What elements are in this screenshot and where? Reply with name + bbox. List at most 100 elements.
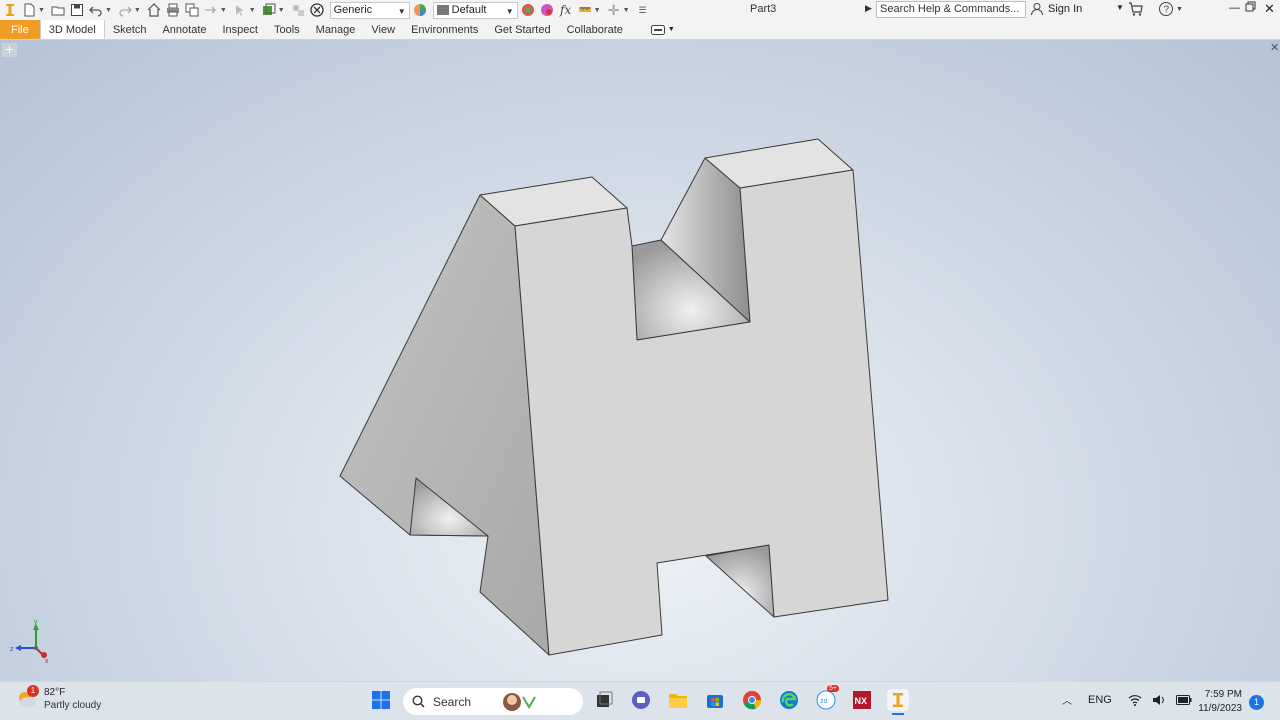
- svg-text:?: ?: [1164, 5, 1170, 16]
- weather-temp: 82°F: [44, 687, 66, 698]
- right-foot-notch: [705, 544, 775, 618]
- ruler-icon[interactable]: [576, 1, 594, 19]
- language-indicator[interactable]: ENG: [1088, 694, 1112, 706]
- update-icon[interactable]: [260, 1, 278, 19]
- tab-inspect[interactable]: Inspect: [215, 20, 266, 39]
- undo-icon[interactable]: [87, 1, 105, 19]
- appearance-combo[interactable]: Default ▼: [432, 1, 518, 19]
- select-icon[interactable]: [231, 1, 249, 19]
- clear-icon[interactable]: [308, 1, 326, 19]
- chrome-icon[interactable]: [741, 689, 763, 711]
- tab-file[interactable]: File: [0, 20, 40, 39]
- teams-chat-icon[interactable]: [630, 689, 652, 711]
- inventor-logo-icon[interactable]: [1, 1, 19, 19]
- print-icon[interactable]: [164, 1, 182, 19]
- customize-icon[interactable]: ☰: [634, 1, 652, 19]
- cart-icon[interactable]: [1128, 1, 1144, 20]
- copy-icon[interactable]: [183, 1, 201, 19]
- volume-icon[interactable]: [1152, 694, 1166, 706]
- chevron-right-icon[interactable]: ▶: [865, 3, 872, 14]
- microsoft-store-icon[interactable]: [704, 689, 726, 711]
- windows-icon: [372, 691, 390, 709]
- new-file-icon[interactable]: [20, 1, 38, 19]
- chevron-down-icon[interactable]: ▼: [249, 7, 256, 14]
- chevron-down-icon[interactable]: ▼: [134, 7, 141, 14]
- tab-3d-model[interactable]: 3D Model: [39, 20, 105, 39]
- 3d-part-model[interactable]: [0, 40, 1280, 681]
- triad-x-label: x: [45, 658, 49, 664]
- chevron-down-icon[interactable]: ▼: [105, 7, 112, 14]
- tab-annotate[interactable]: Annotate: [154, 20, 214, 39]
- tab-view[interactable]: View: [363, 20, 403, 39]
- redo-icon[interactable]: [116, 1, 134, 19]
- weather-badge: 1: [27, 685, 39, 697]
- clock-date: 11/9/2023: [1198, 703, 1242, 714]
- add-icon[interactable]: ✛: [605, 1, 623, 19]
- measure-icon[interactable]: [289, 1, 307, 19]
- graphics-viewport[interactable]: + ✕ y z x: [0, 40, 1280, 681]
- tab-sketch[interactable]: Sketch: [105, 20, 155, 39]
- minimize-icon[interactable]: —: [1229, 2, 1240, 14]
- clear-appearance-icon[interactable]: [538, 1, 556, 19]
- triad-z-label: z: [10, 646, 14, 653]
- sign-in-label: Sign In: [1048, 3, 1083, 15]
- chevron-down-icon[interactable]: ▼: [623, 7, 630, 14]
- task-view-icon[interactable]: [593, 689, 615, 711]
- active-app-indicator: [892, 713, 904, 715]
- svg-text:▼: ▼: [1176, 6, 1183, 13]
- wifi-icon[interactable]: [1128, 694, 1142, 706]
- arrow-right-icon[interactable]: [202, 1, 220, 19]
- chevron-down-icon[interactable]: ▼: [278, 7, 285, 14]
- ribbon-toggle-icon: [650, 24, 665, 35]
- fx-parameters-icon[interactable]: fx: [557, 1, 575, 19]
- home-icon[interactable]: [145, 1, 163, 19]
- chevron-down-icon[interactable]: ▼: [594, 7, 601, 14]
- close-icon[interactable]: ✕: [1264, 1, 1275, 17]
- help-search-input[interactable]: Search Help & Commands...: [876, 1, 1026, 18]
- notification-badge[interactable]: 1: [1249, 695, 1264, 710]
- sign-in-button[interactable]: Sign In: [1030, 2, 1082, 16]
- chevron-down-icon[interactable]: ▼: [1116, 3, 1124, 12]
- ribbon-display-toggle[interactable]: ▼: [650, 20, 675, 39]
- tab-tools[interactable]: Tools: [266, 20, 308, 39]
- tab-collaborate[interactable]: Collaborate: [559, 20, 631, 39]
- chevron-up-icon[interactable]: ︿: [1062, 692, 1072, 707]
- svg-text:NX: NX: [855, 696, 868, 706]
- adjust-appearance-icon[interactable]: [519, 1, 537, 19]
- tab-environments[interactable]: Environments: [403, 20, 486, 39]
- search-highlight-icon: [503, 692, 536, 711]
- add-view-tab-icon[interactable]: +: [2, 42, 17, 57]
- tab-get-started[interactable]: Get Started: [486, 20, 558, 39]
- nx-app-icon[interactable]: NX: [851, 689, 873, 711]
- restore-icon[interactable]: [1245, 1, 1257, 16]
- inventor-taskbar-icon[interactable]: [887, 689, 909, 715]
- document-title: Part3: [750, 3, 777, 15]
- battery-icon[interactable]: [1175, 694, 1192, 705]
- taskbar: 1 82°F Partly cloudy Search zo 5+ NX ︿ E…: [0, 681, 1280, 720]
- chevron-down-icon[interactable]: ▼: [38, 7, 45, 14]
- start-button[interactable]: [370, 689, 392, 711]
- material-combo[interactable]: Generic ▼: [329, 1, 410, 19]
- zoom-icon[interactable]: zo 5+: [815, 685, 839, 711]
- search-icon: [412, 695, 425, 708]
- zoom-badge: 5+: [827, 685, 839, 692]
- taskbar-search-label: Search: [433, 694, 472, 709]
- chevron-down-icon[interactable]: ▼: [220, 7, 227, 14]
- edge-icon[interactable]: [778, 689, 800, 711]
- appearance-combo-value: Default: [451, 4, 487, 16]
- chevron-down-icon: ▼: [397, 6, 406, 16]
- open-folder-icon[interactable]: [49, 1, 67, 19]
- system-tray: ︿ ENG: [1062, 692, 1192, 707]
- system-clock[interactable]: 7:59 PM 11/9/2023: [1192, 688, 1242, 716]
- clock-time: 7:59 PM: [1204, 689, 1242, 700]
- color-wheel-icon[interactable]: [411, 1, 429, 19]
- close-icon[interactable]: ✕: [1270, 41, 1279, 54]
- tab-manage[interactable]: Manage: [308, 20, 364, 39]
- taskbar-search[interactable]: Search: [403, 688, 583, 715]
- coordinate-triad: y z x: [10, 620, 49, 664]
- triad-y-label: y: [34, 620, 38, 626]
- save-icon[interactable]: [68, 1, 86, 19]
- help-icon[interactable]: ? ▼: [1158, 1, 1184, 20]
- weather-widget[interactable]: 1 82°F Partly cloudy: [16, 685, 101, 711]
- file-explorer-icon[interactable]: [667, 689, 689, 711]
